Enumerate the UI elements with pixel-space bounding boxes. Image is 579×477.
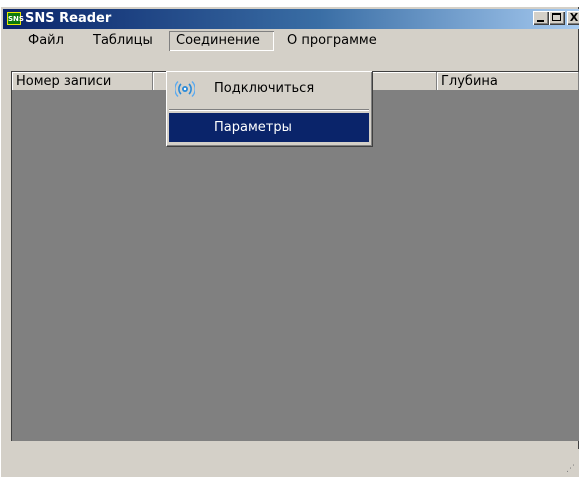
resize-grip-icon[interactable]: ⋰ (566, 464, 576, 474)
status-bar: ⋰ (3, 449, 579, 477)
menu-item-connect-label: Подключиться (214, 81, 315, 96)
menu-tables[interactable]: Таблицы (86, 31, 160, 51)
close-icon: X (569, 11, 579, 24)
menu-connection[interactable]: Соединение (169, 31, 274, 51)
app-icon: SNS (7, 12, 24, 25)
close-button[interactable]: X (567, 11, 579, 25)
title-bar[interactable]: SNS SNS Reader X (3, 9, 579, 29)
menu-item-parameters-label: Параметры (214, 120, 292, 135)
menu-bar: Файл Таблицы Соединение О программе (3, 30, 579, 52)
menu-file[interactable]: Файл (21, 31, 71, 51)
minimize-button[interactable] (533, 11, 549, 25)
window-title: SNS Reader (25, 11, 112, 26)
menu-about[interactable]: О программе (280, 31, 384, 51)
menu-item-connect[interactable]: Подключиться (169, 73, 369, 105)
column-header-depth[interactable]: Глубина (437, 72, 579, 91)
menu-item-parameters[interactable]: Параметры (169, 113, 369, 142)
maximize-icon (552, 13, 561, 21)
menu-separator (169, 109, 369, 111)
wireless-signal-icon (175, 81, 195, 97)
maximize-button[interactable] (549, 11, 565, 25)
connection-dropdown: Подключиться Параметры (166, 71, 372, 146)
minimize-icon (537, 20, 544, 22)
column-header-record-number[interactable]: Номер записи (12, 72, 153, 91)
